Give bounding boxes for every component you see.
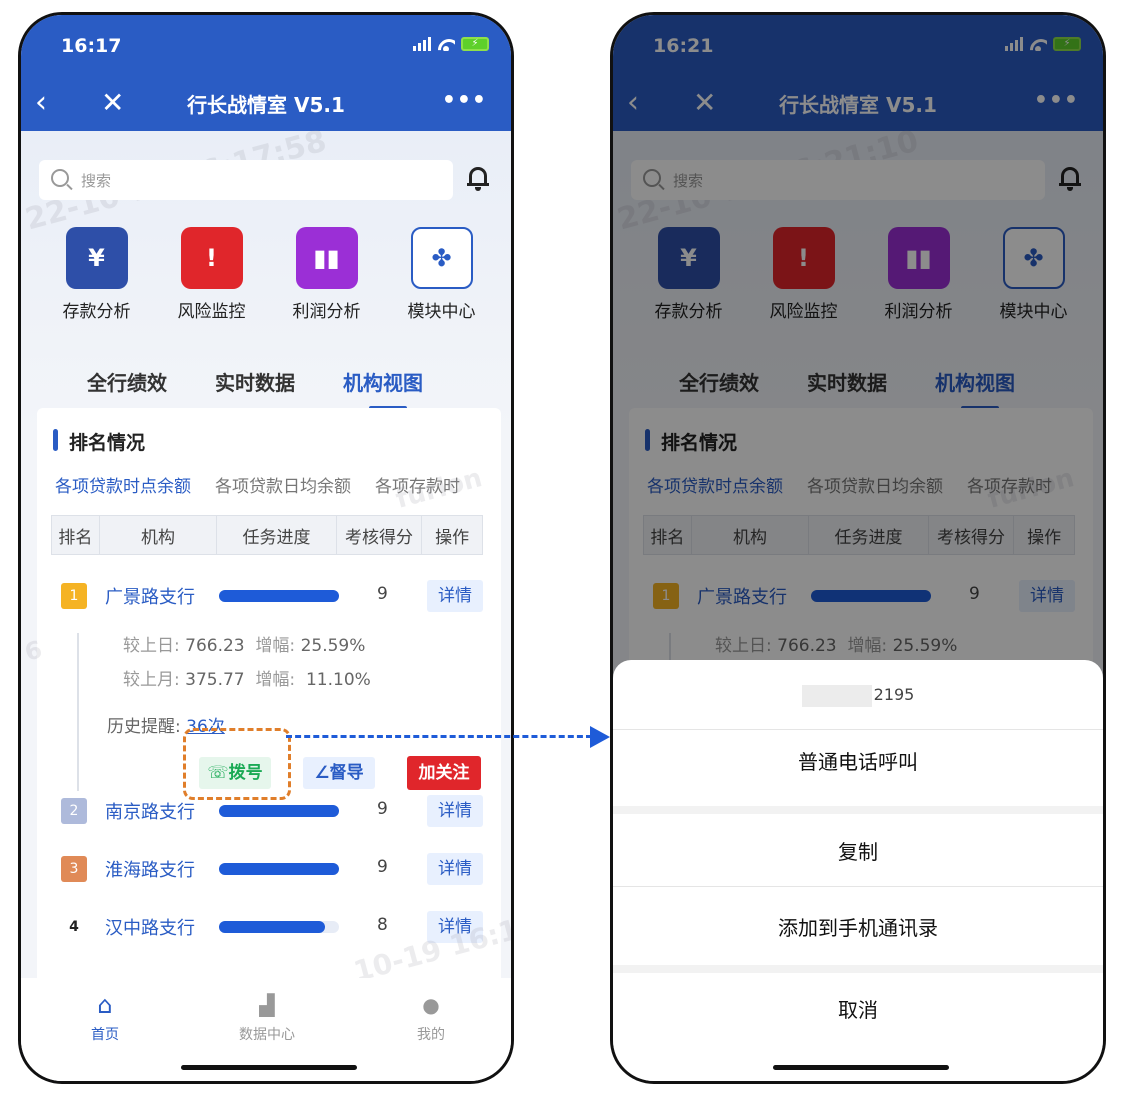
action-sheet: 2195 普通电话呼叫 复制 添加到手机通讯录 取消 <box>613 660 1103 1081</box>
score: 9 <box>377 799 388 819</box>
masked-digits <box>801 684 872 707</box>
progress-fill <box>219 921 325 933</box>
column-header: 考核得分 <box>337 516 423 554</box>
home-indicator <box>773 1065 949 1070</box>
status-icons: ⚡ <box>413 37 489 51</box>
month-compare: 较上月: 375.77 增幅: 11.10% <box>123 670 371 690</box>
rank-badge: 3 <box>61 856 87 882</box>
alarm-light-icon: ! <box>180 227 243 289</box>
module-deposit-analysis[interactable]: ¥ 存款分析 <box>39 227 154 322</box>
rank-badge: 1 <box>61 583 87 609</box>
tabbar-mine[interactable]: ● 我的 <box>391 992 471 1044</box>
tab-realtime-data[interactable]: 实时数据 <box>215 367 295 396</box>
wifi-icon <box>437 37 455 51</box>
tabbar-home[interactable]: ⌂ 首页 <box>65 992 145 1044</box>
module-center[interactable]: ✤ 模块中心 <box>384 227 499 322</box>
chart-icon: ▟ <box>259 993 275 1017</box>
module-grid: ¥ 存款分析 ! 风险监控 ▮▮ 利润分析 ✤ 模块中心 <box>39 227 499 322</box>
org-name[interactable]: 汉中路支行 <box>105 914 195 940</box>
supervise-button[interactable]: ∠督导 <box>303 757 375 789</box>
column-header: 机构 <box>100 516 218 554</box>
module-label: 存款分析 <box>62 302 131 322</box>
call-option[interactable]: 普通电话呼叫 <box>613 746 1103 775</box>
detail-button[interactable]: 详情 <box>427 580 483 612</box>
search-icon <box>51 169 69 187</box>
dial-button[interactable]: ☏拨号 <box>199 757 271 789</box>
divider <box>613 806 1103 814</box>
detail-button[interactable]: 详情 <box>427 853 483 885</box>
progress-fill <box>219 863 339 875</box>
follow-button[interactable]: 加关注 <box>407 756 481 790</box>
tabbar-data-center[interactable]: ▟ 数据中心 <box>227 992 307 1044</box>
subtab-loan-balance[interactable]: 各项贷款时点余额 <box>55 472 191 497</box>
score: 8 <box>377 915 388 935</box>
flow-arrow-line <box>286 735 592 738</box>
day-compare: 较上日: 766.23 增幅: 25.59% <box>123 636 366 656</box>
status-time: 16:17 <box>61 35 122 57</box>
money-bag-icon: ¥ <box>65 227 128 289</box>
column-header: 排名 <box>52 516 100 554</box>
progress-bar <box>219 921 339 933</box>
phone-icon: ☏ <box>207 763 229 783</box>
add-contact-option[interactable]: 添加到手机通讯录 <box>613 912 1103 941</box>
copy-option[interactable]: 复制 <box>613 836 1103 865</box>
ranking-card: 排名情况 各项贷款时点余额 各项贷款日均余额 各项存款时 furion 排名 机… <box>37 408 501 978</box>
org-name[interactable]: 南京路支行 <box>105 798 195 824</box>
flow-arrow-head <box>590 726 610 748</box>
user-icon: ● <box>422 993 440 1017</box>
detail-button[interactable]: 详情 <box>427 795 483 827</box>
table-header: 排名 机构 任务进度 考核得分 操作 <box>51 515 483 555</box>
bell-icon[interactable] <box>467 163 489 191</box>
module-risk-monitor[interactable]: ! 风险监控 <box>154 227 269 322</box>
phone-number: 2195 <box>613 660 1103 730</box>
module-label: 利润分析 <box>292 302 361 322</box>
home-icon: ⌂ <box>97 991 113 1019</box>
section-title: 排名情况 <box>53 428 145 455</box>
search-placeholder: 搜索 <box>81 172 112 190</box>
divider <box>613 965 1103 973</box>
home-indicator <box>181 1065 357 1070</box>
main-tabs: 全行绩效 实时数据 机构视图 <box>87 367 423 410</box>
progress-bar <box>219 863 339 875</box>
tab-bank-performance[interactable]: 全行绩效 <box>87 367 167 396</box>
more-icon[interactable]: ••• <box>442 85 487 117</box>
progress-bar <box>219 805 339 817</box>
pen-icon: ∠ <box>314 763 330 783</box>
phone-screen-right: 16:21 ⚡ ‹ ✕ 行长战情室 V5.1 ••• 22-10-19 16:2… <box>610 12 1106 1084</box>
progress-fill <box>219 805 339 817</box>
score: 9 <box>377 584 388 604</box>
divider <box>613 886 1103 887</box>
tab-org-view[interactable]: 机构视图 <box>343 367 423 410</box>
phone-screen-left: 16:17 ⚡ ‹ ✕ 行长战情室 V5.1 ••• 22-10-19 16:1… <box>18 12 514 1084</box>
cancel-button[interactable]: 取消 <box>613 994 1103 1023</box>
rank-badge: 2 <box>61 798 87 824</box>
battery-icon: ⚡ <box>461 37 489 51</box>
timeline-line <box>77 633 79 791</box>
column-header: 任务进度 <box>217 516 337 554</box>
grid-icon: ✤ <box>410 227 473 289</box>
table-row: 2 南京路支行 9 详情 <box>51 795 483 827</box>
signal-icon <box>413 37 431 51</box>
progress-fill <box>219 590 339 602</box>
subtab-loan-avg[interactable]: 各项贷款日均余额 <box>215 472 351 497</box>
module-label: 风险监控 <box>177 302 246 322</box>
score: 9 <box>377 857 388 877</box>
column-header: 操作 <box>435 527 470 548</box>
module-profit-analysis[interactable]: ▮▮ 利润分析 <box>269 227 384 322</box>
nav-bar: ‹ ✕ 行长战情室 V5.1 ••• <box>21 85 511 125</box>
org-name[interactable]: 淮海路支行 <box>105 856 195 882</box>
bar-chart-icon: ▮▮ <box>295 227 358 289</box>
header: 16:17 ⚡ ‹ ✕ 行长战情室 V5.1 ••• <box>21 15 511 131</box>
watermark: furion <box>392 463 486 515</box>
module-label: 模块中心 <box>407 302 476 322</box>
org-name[interactable]: 广景路支行 <box>105 583 195 609</box>
progress-bar <box>219 590 339 602</box>
table-row: 3 淮海路支行 9 详情 <box>51 853 483 885</box>
search-input[interactable]: 搜索 <box>39 160 453 200</box>
table-row: 1 广景路支行 9 详情 <box>51 580 483 612</box>
rank-badge: 4 <box>61 914 87 940</box>
page-title: 行长战情室 V5.1 <box>187 93 345 117</box>
